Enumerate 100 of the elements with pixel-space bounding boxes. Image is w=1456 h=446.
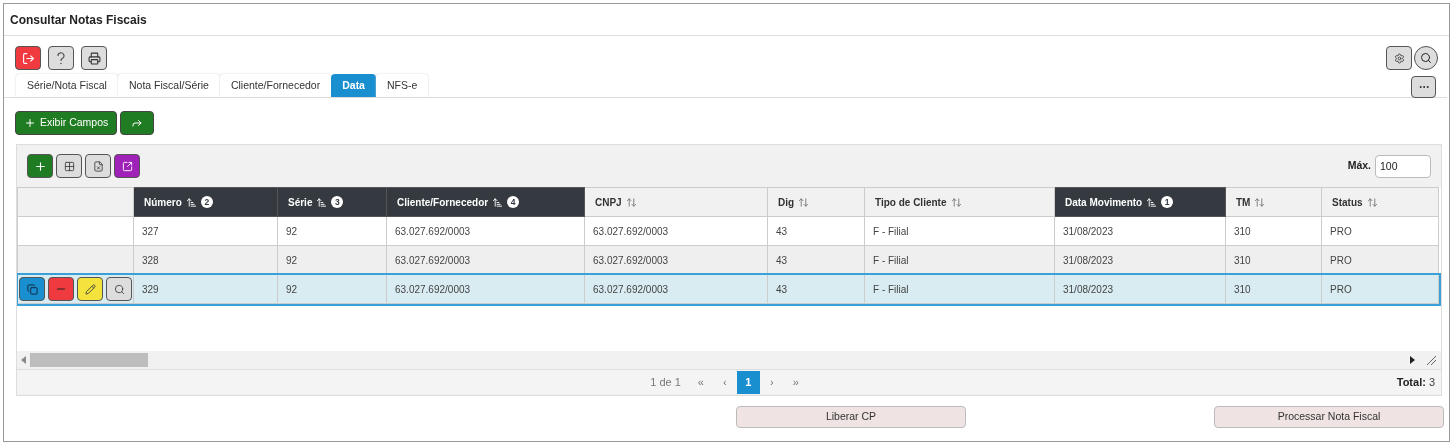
column-header[interactable]: Dig [767, 187, 865, 217]
column-header[interactable]: Status [1321, 187, 1439, 217]
settings-button[interactable] [1386, 46, 1412, 70]
table-cell: 92 [277, 216, 387, 246]
copy-button[interactable] [19, 277, 45, 301]
page-button[interactable]: 1 [736, 370, 760, 394]
sort-ascending-icon [185, 196, 197, 208]
forward-icon [131, 117, 144, 129]
column-label: Dig [778, 195, 795, 210]
max-label: Máx. [1347, 158, 1371, 174]
sort-icon [1254, 196, 1266, 208]
scrollbar-thumb[interactable] [30, 353, 148, 367]
previous-page-button[interactable]: ‹ [712, 373, 737, 391]
search-button[interactable] [1414, 46, 1438, 70]
question-icon [57, 51, 65, 65]
excel-button[interactable] [85, 154, 111, 178]
add-button[interactable] [27, 154, 53, 178]
table-cell: 329 [133, 274, 278, 304]
edit-button[interactable] [77, 277, 103, 301]
max-field[interactable]: 100 [1375, 154, 1431, 178]
sort-ascending-icon [1146, 196, 1158, 208]
printer-icon [87, 51, 101, 65]
column-label: Data Movimento [1065, 195, 1143, 210]
table-row[interactable]: 327 92 63.027.692/0003 63.027.692/0003 43 F - Filial 31/08/2023 310 PRO [17, 216, 1439, 246]
plus-icon [24, 117, 36, 129]
file-icon [92, 160, 104, 172]
exit-icon [21, 51, 35, 65]
grid-button[interactable] [56, 154, 82, 178]
sort-ascending-icon [492, 196, 504, 208]
resize-icon [1425, 354, 1437, 366]
sort-ascending-icon [316, 196, 328, 208]
table-cell: F - Filial [864, 216, 1055, 246]
column-label: CNPJ [595, 195, 622, 210]
table-row[interactable]: 329 92 63.027.692/0003 63.027.692/0003 43 F - Filial 31/08/2023 310 PRO [17, 274, 1439, 304]
column-header[interactable]: Tipo de Cliente [864, 187, 1055, 217]
view-button[interactable] [106, 277, 132, 301]
window-title: Consultar Notas Fiscais [10, 11, 147, 29]
expand-icon [121, 160, 133, 172]
tab[interactable]: Nota Fiscal/Série [117, 74, 220, 97]
pencil-icon [84, 283, 96, 295]
forward-button[interactable] [120, 111, 155, 135]
search-icon [113, 283, 125, 295]
last-page-button[interactable]: » [783, 373, 808, 391]
grid-icon [63, 160, 75, 172]
column-label: Série [288, 195, 313, 210]
column-header[interactable]: Número 2 [133, 187, 278, 217]
settings-icon [1393, 52, 1405, 64]
tab[interactable]: Cliente/Fornecedor [219, 74, 332, 97]
column-label: Número [144, 195, 182, 210]
print-button[interactable] [81, 46, 107, 70]
action-button[interactable]: Liberar CP [736, 406, 966, 428]
exit-button[interactable] [15, 46, 41, 70]
table-cell: 92 [277, 274, 387, 304]
table-cell: 43 [767, 216, 865, 246]
sort-icon [1366, 196, 1378, 208]
column-label: Cliente/Fornecedor [397, 195, 489, 210]
plus-icon [33, 159, 47, 173]
page-info: 1 de 1 [650, 374, 681, 390]
help-button[interactable] [48, 46, 74, 70]
expand-button[interactable] [114, 154, 140, 178]
column-header[interactable]: TM [1225, 187, 1322, 217]
table-cell: 63.027.692/0003 [386, 274, 585, 304]
table-cell: 63.027.692/0003 [386, 216, 585, 246]
column-label: Status [1332, 195, 1363, 210]
tab[interactable]: NFS-e [375, 74, 429, 97]
column-header[interactable]: Data Movimento 1 [1054, 187, 1226, 217]
next-page-button[interactable]: › [759, 373, 784, 391]
search-icon [1420, 52, 1432, 64]
table-cell: PRO [1321, 216, 1439, 246]
total-value: 3 [1428, 374, 1435, 390]
total-label: Total: [1396, 374, 1426, 390]
table-cell: 327 [133, 216, 278, 246]
sort-order-badge: 3 [331, 196, 344, 208]
table-cell: 63.027.692/0003 [584, 274, 768, 304]
tab[interactable]: Data [331, 74, 376, 97]
column-label: Tipo de Cliente [875, 195, 947, 210]
action-button[interactable]: Processar Nota Fiscal [1214, 406, 1444, 428]
show-fields-button[interactable]: Exibir Campos [15, 111, 118, 135]
table-cell: 310 [1225, 216, 1322, 246]
table-cell: 31/08/2023 [1054, 216, 1226, 246]
column-label: TM [1236, 195, 1251, 210]
table-cell: 63.027.692/0003 [584, 216, 768, 246]
column-header[interactable]: Série 3 [277, 187, 387, 217]
sort-icon [950, 196, 962, 208]
scroll-left-icon [21, 356, 26, 364]
more-button[interactable] [1411, 76, 1436, 98]
tab[interactable]: Série/Nota Fiscal [16, 74, 118, 97]
table-cell: 310 [1225, 274, 1322, 304]
sort-icon [625, 196, 637, 208]
first-page-button[interactable]: « [688, 373, 713, 391]
remove-button[interactable] [48, 277, 74, 301]
table-cell: 31/08/2023 [1054, 274, 1226, 304]
column-header[interactable]: Cliente/Fornecedor 4 [386, 187, 585, 217]
table-cell: 43 [767, 274, 865, 304]
sort-icon [798, 196, 810, 208]
table-cell: PRO [1321, 274, 1439, 304]
column-header[interactable]: CNPJ [584, 187, 768, 217]
sort-order-badge: 1 [1161, 196, 1174, 208]
sort-order-badge: 2 [200, 196, 213, 208]
copy-icon [26, 283, 38, 295]
